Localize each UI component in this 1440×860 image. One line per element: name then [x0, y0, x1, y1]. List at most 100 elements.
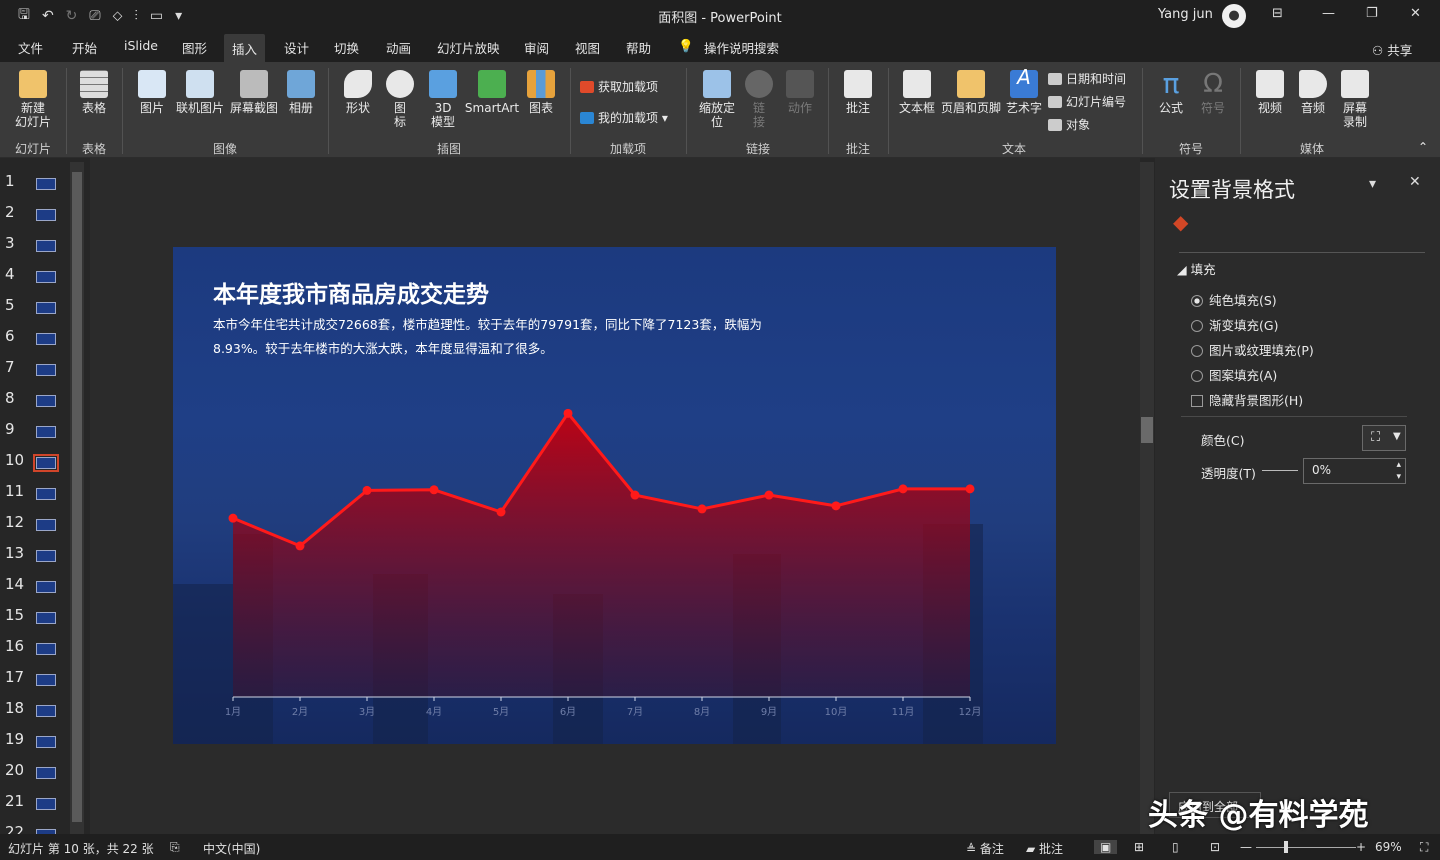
canvas-scrollbar[interactable] [1140, 162, 1154, 834]
slide-preview[interactable] [36, 674, 56, 686]
new-slide-button[interactable]: 新建 幻灯片 [8, 70, 58, 129]
slideshow-icon[interactable]: ⊡ [1210, 840, 1220, 854]
minimize-icon[interactable]: — [1322, 6, 1335, 21]
slide-preview[interactable] [36, 643, 56, 655]
transparency-slider[interactable] [1262, 470, 1298, 471]
scrollbar-thumb[interactable] [72, 172, 82, 822]
notes-button[interactable]: ≜ 备注 [966, 840, 1004, 857]
normal-view-icon[interactable]: ▣ [1094, 840, 1118, 854]
zoom-level[interactable]: 69% [1375, 840, 1402, 854]
video-button[interactable]: 视频 [1250, 70, 1290, 115]
fit-to-window-icon[interactable]: ⛶ [1420, 840, 1428, 855]
slide-thumbnail[interactable]: 15 [0, 600, 70, 631]
wordart-button[interactable]: A 艺术字 [1004, 67, 1044, 115]
slide-preview[interactable] [36, 488, 56, 500]
date-time-button[interactable]: 日期和时间 [1048, 70, 1126, 87]
fill-section-header[interactable]: ◢ 填充 [1177, 259, 1216, 278]
slide-thumbnail[interactable]: 16 [0, 631, 70, 662]
online-picture-button[interactable]: 联机图片 [174, 70, 226, 115]
slide-preview[interactable] [36, 240, 56, 252]
user-name[interactable]: Yang jun [1158, 7, 1213, 22]
slide-thumbnail[interactable]: 22 [0, 817, 70, 834]
slide-thumbnail[interactable]: 14 [0, 569, 70, 600]
slide-thumbnail[interactable]: 11 [0, 476, 70, 507]
slide-thumbnail[interactable]: 5 [0, 290, 70, 321]
scrollbar-thumb[interactable] [1141, 417, 1153, 443]
slide[interactable]: 本年度我市商品房成交走势 本市今年住宅共计成交72668套，楼市趋理性。较于去年… [173, 247, 1056, 744]
slide-thumbnail[interactable]: 19 [0, 724, 70, 755]
pattern-fill-option[interactable]: 图案填充(A) [1191, 365, 1277, 384]
tab-shapes[interactable]: 图形 [182, 38, 207, 57]
slide-preview[interactable] [36, 178, 56, 190]
zoom-slider[interactable] [1256, 847, 1356, 848]
slide-thumbnail[interactable]: 8 [0, 383, 70, 414]
album-button[interactable]: 相册 [282, 70, 320, 115]
symbol-button[interactable]: Ω 符号 [1194, 70, 1232, 115]
tab-animations[interactable]: 动画 [386, 38, 411, 57]
action-button[interactable]: 动作 [782, 70, 818, 115]
picture-fill-option[interactable]: 图片或纹理填充(P) [1191, 340, 1314, 359]
slide-preview[interactable] [36, 798, 56, 810]
slide-thumbnail[interactable]: 13 [0, 538, 70, 569]
slide-thumbnail[interactable]: 4 [0, 259, 70, 290]
slide-preview[interactable] [36, 364, 56, 376]
gradient-fill-option[interactable]: 渐变填充(G) [1191, 315, 1278, 334]
area-chart[interactable]: 1月 2月 3月 4月 5月 6月 7月 8月 9月 10月 11月 12月 [173, 247, 1056, 744]
ribbon-display-icon[interactable]: ⊟ [1272, 6, 1283, 21]
slide-preview[interactable] [36, 550, 56, 562]
zoom-button[interactable]: 缩放定 位 [694, 70, 740, 129]
tab-islide[interactable]: iSlide [124, 38, 158, 53]
tab-transitions[interactable]: 切换 [334, 38, 359, 57]
slide-thumbnail[interactable]: 21 [0, 786, 70, 817]
smartart-button[interactable]: SmartArt [464, 70, 520, 115]
hide-background-checkbox[interactable]: 隐藏背景图形(H) [1191, 390, 1303, 409]
slide-preview[interactable] [36, 705, 56, 717]
share-button[interactable]: ⚇ 共享 [1372, 40, 1412, 59]
avatar[interactable]: ● [1222, 4, 1246, 28]
slide-thumbnail[interactable]: 6 [0, 321, 70, 352]
slide-thumbnail[interactable]: 12 [0, 507, 70, 538]
tab-help[interactable]: 帮助 [626, 38, 651, 57]
zoom-out-icon[interactable]: — [1240, 840, 1252, 854]
slide-preview[interactable] [36, 395, 56, 407]
slide-sorter-icon[interactable]: ⊞ [1134, 840, 1144, 854]
slide-thumbnail[interactable]: 1 [0, 166, 70, 197]
collapse-ribbon-icon[interactable]: ⌃ [1418, 140, 1428, 154]
slide-preview[interactable] [36, 767, 56, 779]
paint-bucket-icon[interactable]: ◆ [1173, 210, 1188, 234]
tab-home[interactable]: 开始 [72, 38, 97, 57]
slide-preview[interactable] [36, 519, 56, 531]
slide-thumbnail[interactable]: 10 [0, 445, 70, 476]
tab-design[interactable]: 设计 [284, 38, 309, 57]
tab-slideshow[interactable]: 幻灯片放映 [437, 38, 500, 57]
slide-preview[interactable] [36, 581, 56, 593]
equation-button[interactable]: π 公式 [1150, 70, 1192, 116]
link-button[interactable]: 链 接 [744, 70, 774, 129]
slide-thumbnail[interactable]: 17 [0, 662, 70, 693]
slide-thumbnail[interactable]: 9 [0, 414, 70, 445]
slide-thumbnail[interactable]: 3 [0, 228, 70, 259]
comments-button[interactable]: ▰ 批注 [1026, 840, 1063, 857]
slide-preview[interactable] [36, 426, 56, 438]
icons-button[interactable]: 图 标 [382, 70, 418, 129]
language-indicator[interactable]: 中文(中国) [203, 840, 260, 857]
tab-file[interactable]: 文件 [18, 38, 43, 57]
comment-button[interactable]: 批注 [838, 70, 878, 115]
tab-review[interactable]: 审阅 [524, 38, 549, 57]
slide-number-button[interactable]: 幻灯片编号 [1048, 93, 1126, 110]
shapes-button[interactable]: 形状 [338, 70, 378, 115]
textbox-button[interactable]: 文本框 [896, 70, 938, 115]
slide-preview[interactable] [36, 271, 56, 283]
pane-options-icon[interactable]: ▾ [1369, 176, 1376, 192]
zoom-in-icon[interactable]: + [1356, 840, 1366, 854]
slide-thumbnail[interactable]: 18 [0, 693, 70, 724]
table-button[interactable]: 表格 [72, 70, 116, 115]
slide-thumbnail[interactable]: 2 [0, 197, 70, 228]
maximize-icon[interactable]: ❐ [1366, 6, 1378, 21]
spellcheck-icon[interactable]: ⎘ [170, 840, 180, 855]
thumbnail-scrollbar[interactable] [70, 162, 84, 834]
3d-model-button[interactable]: 3D 模型 [424, 70, 462, 129]
close-pane-icon[interactable]: ✕ [1409, 174, 1421, 190]
slide-preview[interactable] [36, 736, 56, 748]
slide-preview[interactable] [36, 333, 56, 345]
